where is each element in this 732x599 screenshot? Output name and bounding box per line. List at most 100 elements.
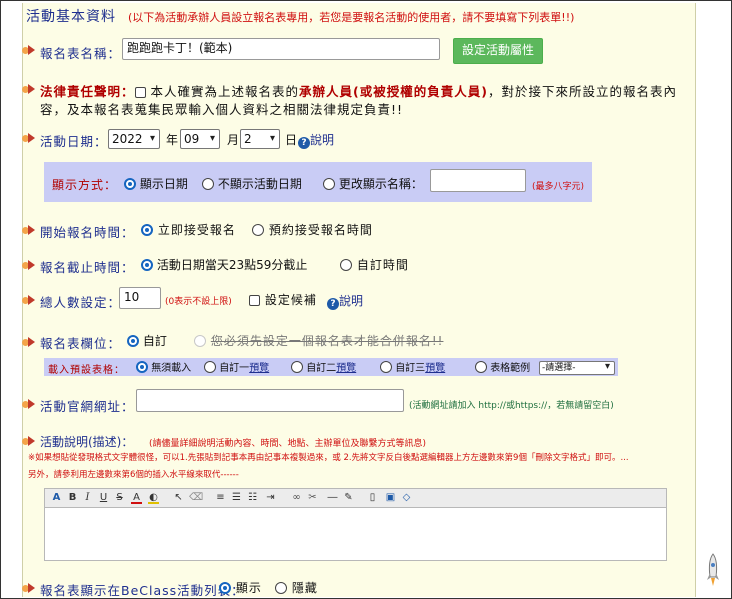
radio-button[interactable] [475,361,487,373]
radio-button[interactable] [127,335,139,347]
total-help[interactable]: ? 說明 [327,292,363,310]
radio-button [194,335,206,347]
waitlist-checkbox[interactable] [249,295,260,306]
italic-icon[interactable]: I [82,492,93,504]
website-label: 活動官網網址： [40,399,135,414]
description-label-note: (請儘量詳細說明活動內容、時間、地點、主辦單位及聯繫方式等訊息) [149,439,427,449]
option-label: 自訂 [142,334,167,348]
bullet-arrow-icon [22,45,36,56]
radio-button[interactable] [275,582,287,594]
preset-label: 載入預設表格： [48,365,125,376]
section-title: 活動基本資料 [26,9,116,25]
day-value: 2 [244,132,252,146]
preset-option-1[interactable]: 自訂一預覽 [204,359,269,374]
source-icon[interactable]: ◇ [401,492,412,504]
preview-link[interactable]: 預覽 [249,363,269,374]
total-label: 總人數設定： [40,295,122,310]
settings-button[interactable]: 設定活動屬性 [453,38,543,64]
radio-button[interactable] [136,361,148,373]
month-unit: 月 [227,133,240,147]
preview-icon[interactable]: ▯ [367,492,378,504]
radio-button[interactable] [340,259,352,271]
image-icon[interactable]: ▣ [385,492,396,504]
event-date-label: 活動日期： [40,134,108,149]
link-icon[interactable]: ∞ [291,492,302,504]
radio-button[interactable] [141,224,153,236]
preset-option-sample[interactable]: 表格範例 [475,359,530,374]
end-option-custom[interactable]: 自訂時間 [340,256,409,273]
radio-button[interactable] [323,178,335,190]
month-value: 09 [184,132,200,146]
indent-icon[interactable]: ⇥ [265,492,276,504]
bullet-arrow-icon [22,295,36,306]
strike-icon[interactable]: S [114,492,125,504]
option-label: 自訂時間 [356,258,409,272]
description-note-2: 另外，請參利用左邊數來第6個的插入水平線來取代------ [28,470,239,480]
radio-button[interactable] [219,582,231,594]
cursor-icon[interactable]: ↖ [173,492,184,504]
radio-button[interactable] [380,361,392,373]
text-color-icon[interactable]: A [131,492,142,504]
preview-link[interactable]: 預覽 [425,363,445,374]
form-name-label: 報名表名稱： [40,46,122,61]
legal-highlight: 承辦人員(或被授權的負責人員) [299,84,488,99]
legal-label: 法律責任聲明： [40,84,135,99]
fields-option-custom[interactable]: 自訂 [127,332,167,349]
year-select[interactable]: 2022 ▾ [108,129,160,149]
align-left-icon[interactable]: ≡ [215,492,226,504]
option-label: 隱藏 [291,581,318,595]
show-option-visible[interactable]: 顯示 [219,579,262,596]
total-hint: (0表示不設上限) [165,297,232,307]
bullet-arrow-icon [22,84,36,95]
preset-option-2[interactable]: 自訂二預覽 [291,359,356,374]
display-option-date[interactable]: 顯示日期 [124,175,188,192]
help-label: 說明 [310,133,335,147]
form-name-input[interactable]: 跑跑跑卡丁！(範本) [122,38,440,60]
bullet-arrow-icon [22,337,36,348]
preview-link[interactable]: 預覽 [336,363,356,374]
radio-button[interactable] [202,178,214,190]
unordered-list-icon[interactable]: ☷ [247,492,258,504]
year-value: 2022 [112,132,143,146]
year-unit: 年 [166,133,179,147]
bold-icon[interactable]: B [67,492,78,504]
end-option-default[interactable]: 活動日期當天23點59分截止 [141,256,307,273]
option-label: 預約接受報名時間 [268,223,373,237]
start-option-now[interactable]: 立即接受報名 [141,221,236,238]
unlink-icon[interactable]: ✂ [307,492,318,504]
underline-icon[interactable]: U [98,492,109,504]
legal-checkbox[interactable] [134,87,146,98]
option-label: 無須載入 [151,363,192,374]
website-input[interactable] [136,389,404,412]
waitlist-option[interactable]: 設定候補 [249,291,317,308]
radio-button[interactable] [141,259,153,271]
radio-button[interactable] [124,178,136,190]
eraser-icon[interactable]: ⌫ [189,492,203,504]
show-option-hidden[interactable]: 隱藏 [275,579,318,596]
start-option-schedule[interactable]: 預約接受報名時間 [252,221,373,238]
radio-button[interactable] [204,361,216,373]
back-to-top-rocket-icon[interactable] [705,553,721,589]
ordered-list-icon[interactable]: ☰ [231,492,242,504]
radio-button[interactable] [252,224,264,236]
event-date-help[interactable]: ? 說明 [298,131,334,149]
radio-button[interactable] [291,361,303,373]
preset-option-3[interactable]: 自訂三預覽 [380,359,445,374]
custom-name-input[interactable] [430,169,526,192]
bg-color-icon[interactable]: ◐ [148,492,159,504]
sample-select-value: -請選擇- [542,363,576,373]
font-icon[interactable]: A [51,492,62,504]
display-option-hide[interactable]: 不顯示活動日期 [202,175,302,192]
day-select[interactable]: 2 ▾ [240,129,280,149]
preset-option-none[interactable]: 無須載入 [136,359,191,374]
edit-icon[interactable]: ✎ [343,492,354,504]
hr-icon[interactable]: ― [327,492,338,504]
sample-select[interactable]: -請選擇- ▾ [539,361,615,375]
option-label: 顯示 [235,581,262,595]
display-option-rename[interactable]: 更改顯示名稱： [323,175,423,192]
month-select[interactable]: 09 ▾ [180,129,220,149]
total-input[interactable]: 10 [119,287,161,309]
section-note: (以下為活動承辦人員設立報名表專用，若您是要報名活動的使用者，請不要填寫下列表單… [128,11,575,24]
description-editor[interactable] [44,508,667,561]
help-icon: ? [298,137,310,149]
